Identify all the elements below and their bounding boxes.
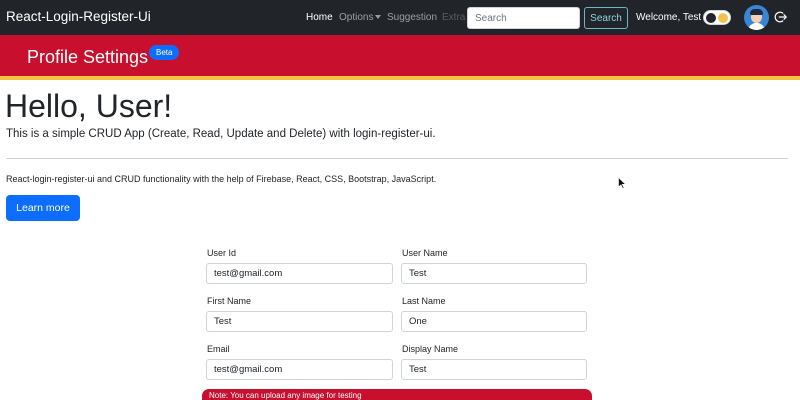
navbar: React-Login-Register-Ui Home Options Sug…: [0, 0, 800, 35]
logout-icon[interactable]: [774, 10, 788, 24]
header-stripe: [0, 76, 800, 80]
upload-note: Note: You can upload any image for testi…: [202, 389, 592, 400]
hero-lead: This is a simple CRUD App (Create, Read,…: [6, 128, 436, 140]
label-display-name: Display Name: [402, 344, 459, 354]
avatar-hair: [750, 9, 763, 15]
page-title: Profile Settings: [27, 47, 149, 67]
beta-badge: Beta: [149, 45, 180, 60]
learn-more-button[interactable]: Learn more: [6, 195, 80, 221]
display-name-field[interactable]: [401, 359, 587, 380]
toggle-knob: [706, 13, 716, 23]
label-user-name: User Name: [402, 248, 448, 258]
nav-dropdown-options[interactable]: Options: [339, 12, 382, 23]
label-user-id: User Id: [207, 248, 237, 258]
nav-link-suggestion[interactable]: Suggestion: [387, 12, 437, 23]
sun-icon: [718, 13, 728, 23]
email-field[interactable]: [206, 359, 393, 380]
user-avatar-icon[interactable]: [744, 5, 769, 30]
user-id-field[interactable]: [206, 263, 393, 284]
mouse-cursor-icon: [618, 177, 626, 189]
label-last-name: Last Name: [402, 296, 446, 306]
nav-options-label: Options: [339, 12, 374, 23]
divider: [6, 158, 788, 159]
welcome-text: Welcome, Test: [636, 12, 702, 23]
hero-title: Hello, User!: [5, 88, 173, 124]
nav-link-home[interactable]: Home: [306, 12, 333, 23]
caret-down-icon: [375, 15, 382, 19]
label-email: Email: [207, 344, 230, 354]
hero-text: React-login-register-ui and CRUD functio…: [6, 174, 437, 184]
search-button[interactable]: Search: [584, 7, 628, 29]
label-first-name: First Name: [207, 296, 252, 306]
nav-link-extra[interactable]: Extra: [442, 12, 465, 23]
navbar-brand[interactable]: React-Login-Register-Ui: [6, 9, 151, 24]
avatar-body: [748, 23, 765, 30]
theme-toggle[interactable]: [703, 10, 731, 25]
search-input[interactable]: [467, 7, 580, 29]
user-name-field[interactable]: [401, 263, 587, 284]
first-name-field[interactable]: [206, 311, 393, 332]
last-name-field[interactable]: [401, 311, 587, 332]
